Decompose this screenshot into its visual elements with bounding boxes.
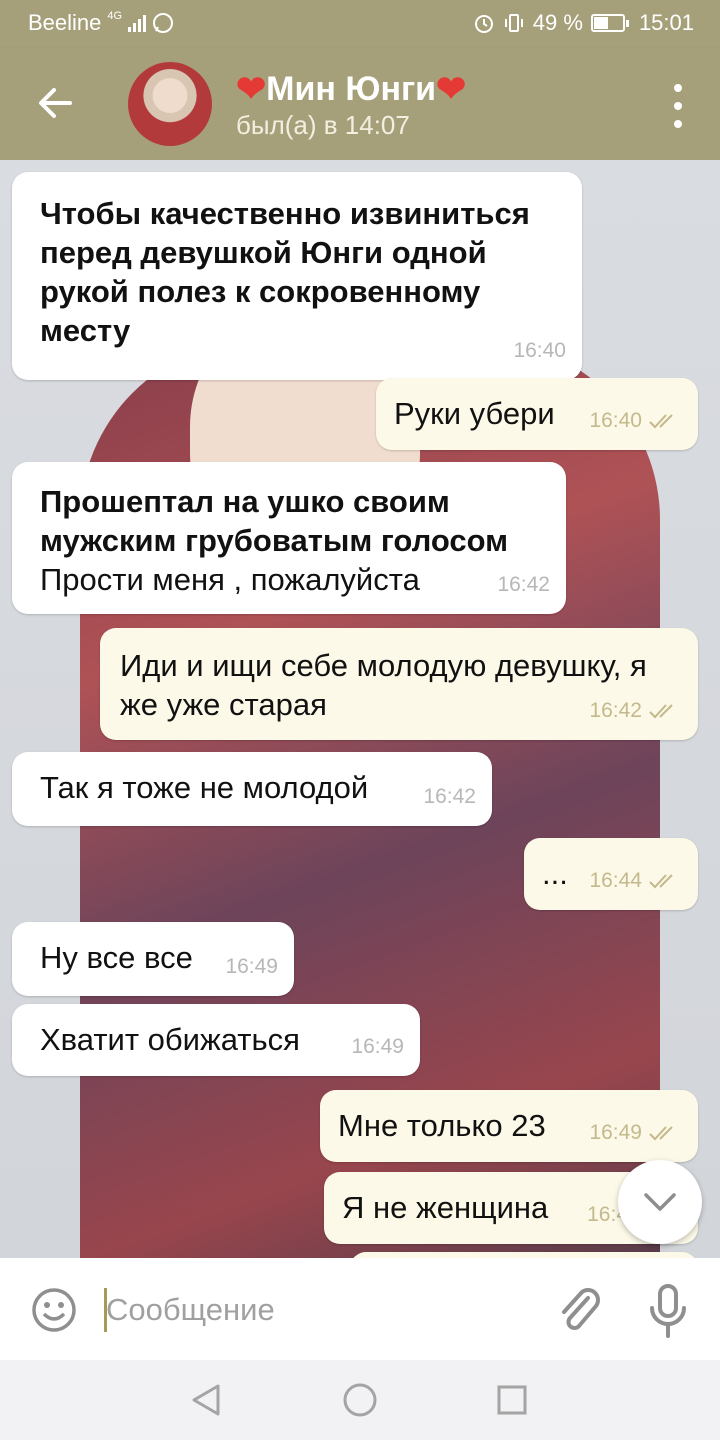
network-label: 4G — [107, 10, 123, 22]
double-check-icon — [649, 703, 673, 718]
message-time: 16:40 — [589, 409, 642, 432]
message-incoming[interactable]: Прошептал на ушко своим мужским грубоват… — [12, 462, 566, 614]
message-time: 16:40 — [513, 339, 566, 362]
system-nav-bar — [0, 1360, 720, 1440]
double-check-icon — [649, 1125, 673, 1140]
double-check-icon — [649, 413, 673, 428]
whatsapp-icon — [153, 13, 174, 33]
message-incoming[interactable]: Так я тоже не молодой 16:42 — [12, 752, 492, 826]
paperclip-icon[interactable] — [552, 1282, 602, 1338]
message-incoming[interactable]: Ну все все 16:49 — [12, 922, 294, 996]
chevron-down-icon[interactable] — [618, 1160, 702, 1244]
message-time: 16:42 — [497, 573, 550, 596]
message-composer: Сообщение — [0, 1258, 720, 1360]
message-outgoing[interactable]: Руки убери 16:40 — [376, 378, 698, 450]
vibrate-icon — [504, 14, 523, 32]
heart-icon: ❤ — [236, 68, 267, 109]
carrier-label: Beeline — [28, 10, 102, 35]
chat-header: ❤ Мин Юнги ❤ был(а) в 14:07 — [0, 48, 720, 160]
message-time: 16:49 — [351, 1035, 404, 1058]
microphone-icon[interactable] — [646, 1282, 690, 1340]
more-vert-icon[interactable] — [670, 84, 686, 128]
back-nav-icon[interactable] — [188, 1382, 222, 1418]
message-incoming[interactable]: Чтобы качественно извиниться перед девуш… — [12, 172, 582, 380]
double-check-icon — [649, 873, 673, 888]
clock: 15:01 — [638, 10, 694, 35]
battery-percent: 49 % — [532, 10, 583, 35]
contact-title[interactable]: ❤ Мин Юнги ❤ — [236, 68, 466, 110]
message-time: 16:44 — [589, 869, 642, 892]
message-text-bold: Прошептал на ушко своим мужским грубоват… — [40, 484, 509, 558]
message-text: Хватит обижаться — [40, 1022, 300, 1057]
home-nav-icon[interactable] — [342, 1382, 378, 1418]
message-text: Прости меня , пожалуйста — [40, 562, 420, 597]
alarm-icon — [474, 15, 493, 33]
message-incoming[interactable]: Хватит обижаться 16:49 — [12, 1004, 420, 1076]
recents-nav-icon[interactable] — [496, 1382, 528, 1418]
battery-icon — [590, 14, 629, 32]
chat-area[interactable]: Чтобы качественно извиниться перед девуш… — [0, 160, 720, 1258]
status-bar: Beeline 4G 49 % 15:01 — [0, 0, 720, 48]
message-outgoing[interactable]: ... 16:44 — [524, 838, 698, 910]
message-text: Так я тоже не молодой — [40, 770, 369, 805]
last-seen-status: был(а) в 14:07 — [236, 110, 410, 140]
message-text: Чтобы качественно извиниться перед девуш… — [40, 196, 530, 348]
message-outgoing[interactable]: Иди и ищи себе молодую девушку, я же уже… — [100, 628, 698, 740]
message-time: 16:42 — [589, 699, 642, 722]
message-time: 16:49 — [225, 955, 278, 978]
smiley-icon[interactable] — [30, 1286, 78, 1334]
message-input[interactable]: Сообщение — [106, 1292, 275, 1328]
avatar[interactable] — [128, 62, 212, 146]
contact-name: Мин Юнги — [266, 69, 437, 108]
signal-icon — [128, 14, 147, 32]
heart-icon: ❤ — [436, 68, 467, 109]
message-outgoing[interactable]: Мне только 23 16:49 — [320, 1090, 698, 1162]
message-time: 16:42 — [423, 785, 476, 808]
message-time: 16:49 — [589, 1121, 642, 1144]
arrow-left-icon[interactable] — [30, 78, 80, 128]
